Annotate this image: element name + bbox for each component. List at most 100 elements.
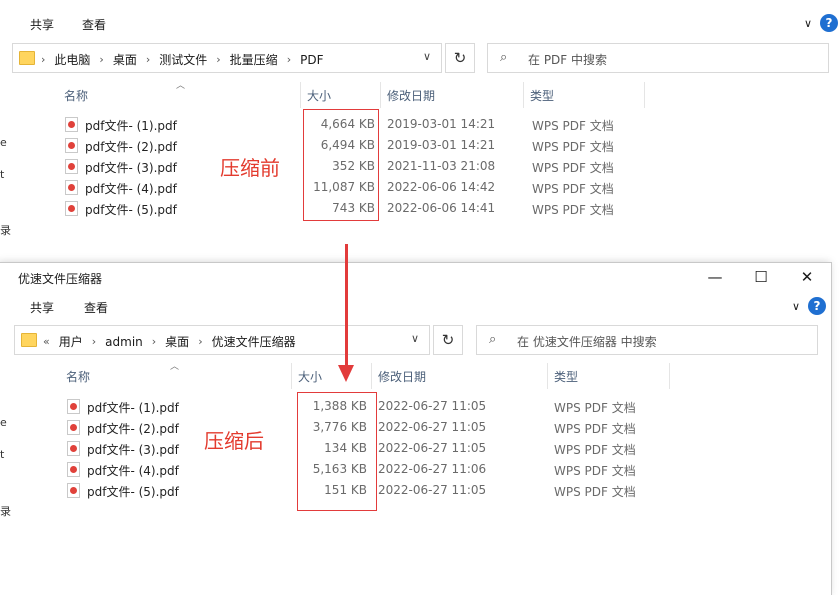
- file-row[interactable]: pdf文件- (5).pdf 151 KB 2022-06-27 11:05 WPS …: [67, 480, 687, 501]
- minimize-icon[interactable]: —: [692, 265, 738, 289]
- breadcrumb-item[interactable]: 桌面: [113, 51, 137, 68]
- annotation-after: 压缩后: [204, 429, 264, 453]
- file-name: pdf文件- (2).pdf: [87, 422, 179, 436]
- breadcrumb-item[interactable]: 用户: [59, 333, 83, 350]
- column-size[interactable]: 大小: [292, 363, 372, 389]
- address-bar[interactable]: › 此电脑 › 桌面 › 测试文件 › 批量压缩 › PDF ∨: [12, 43, 442, 73]
- file-date: 2022-06-27 11:05: [378, 441, 487, 455]
- folder-icon: [19, 51, 35, 65]
- search-icon: ⌕: [489, 332, 497, 347]
- folder-icon: [21, 333, 37, 347]
- file-row[interactable]: pdf文件- (2).pdf 3,776 KB 2022-06-27 11:05 WP…: [67, 417, 687, 438]
- nav-fragment[interactable]: e: [0, 416, 7, 429]
- chevron-down-icon[interactable]: ∨: [800, 15, 816, 31]
- tab-share[interactable]: 共享: [30, 16, 54, 33]
- breadcrumb-separator[interactable]: ›: [287, 53, 291, 66]
- address-bar[interactable]: « 用户 › admin › 桌面 › 优速文件压缩器 ∨: [14, 325, 430, 355]
- pdf-file-icon: [65, 138, 78, 153]
- tab-view[interactable]: 查看: [84, 299, 108, 316]
- file-date: 2022-06-06 14:41: [387, 201, 496, 215]
- pdf-file-icon: [67, 441, 80, 456]
- breadcrumb-item[interactable]: 优速文件压缩器: [212, 333, 296, 350]
- pdf-file-icon: [67, 483, 80, 498]
- file-name: pdf文件- (3).pdf: [87, 443, 179, 457]
- breadcrumb-item[interactable]: PDF: [300, 53, 323, 67]
- arrow-shaft: [345, 244, 348, 369]
- search-placeholder: 在 优速文件压缩器 中搜索: [517, 335, 657, 349]
- file-type: WPS PDF 文档: [554, 443, 636, 457]
- breadcrumb-item[interactable]: admin: [105, 335, 143, 349]
- column-size[interactable]: 大小: [301, 82, 381, 108]
- breadcrumb-separator[interactable]: ›: [216, 53, 220, 66]
- file-row[interactable]: pdf文件- (1).pdf 1,388 KB 2022-06-27 11:05 WP…: [67, 396, 687, 417]
- window-title: 优速文件压缩器: [18, 272, 103, 286]
- file-type: WPS PDF 文档: [532, 119, 614, 133]
- ribbon: 共享 查看 ∨ ?: [0, 293, 831, 319]
- column-type[interactable]: 类型: [524, 82, 645, 108]
- breadcrumb-separator[interactable]: ›: [99, 53, 103, 66]
- breadcrumb-separator[interactable]: «: [43, 335, 50, 348]
- file-date: 2022-06-27 11:05: [378, 483, 487, 497]
- file-name: pdf文件- (4).pdf: [85, 182, 177, 196]
- arrow-down-icon: [338, 365, 354, 382]
- file-date: 2021-11-03 21:08: [387, 159, 496, 173]
- file-type: WPS PDF 文档: [554, 422, 636, 436]
- highlight-box-after: [297, 392, 377, 511]
- breadcrumb-separator[interactable]: ›: [92, 335, 96, 348]
- nav-fragment[interactable]: t: [0, 448, 4, 461]
- help-icon[interactable]: ?: [820, 14, 838, 32]
- file-name: pdf文件- (5).pdf: [85, 203, 177, 217]
- file-type: WPS PDF 文档: [532, 161, 614, 175]
- title-bar: 优速文件压缩器 — ☐ ✕: [0, 263, 831, 291]
- file-name: pdf文件- (4).pdf: [87, 464, 179, 478]
- file-date: 2022-06-27 11:05: [378, 420, 487, 434]
- column-date[interactable]: 修改日期: [381, 82, 524, 108]
- file-type: WPS PDF 文档: [554, 464, 636, 478]
- breadcrumb-separator[interactable]: ›: [152, 335, 156, 348]
- breadcrumb-item[interactable]: 批量压缩: [230, 51, 278, 68]
- file-row[interactable]: pdf文件- (4).pdf 5,163 KB 2022-06-27 11:06 WP…: [67, 459, 687, 480]
- column-type[interactable]: 类型: [548, 363, 670, 389]
- nav-fragment[interactable]: 录: [0, 222, 11, 238]
- file-name: pdf文件- (1).pdf: [85, 119, 177, 133]
- search-input[interactable]: ⌕ 在 PDF 中搜索: [487, 43, 829, 73]
- column-date[interactable]: 修改日期: [372, 363, 548, 389]
- breadcrumb: « 用户 › admin › 桌面 › 优速文件压缩器: [43, 333, 296, 350]
- file-type: WPS PDF 文档: [554, 485, 636, 499]
- breadcrumb-separator[interactable]: ›: [41, 53, 45, 66]
- nav-fragment[interactable]: t: [0, 168, 4, 181]
- pdf-file-icon: [67, 399, 80, 414]
- file-date: 2022-06-27 11:05: [378, 399, 487, 413]
- search-input[interactable]: ⌕ 在 优速文件压缩器 中搜索: [476, 325, 818, 355]
- highlight-box-before: [303, 109, 379, 221]
- tab-view[interactable]: 查看: [82, 16, 106, 33]
- file-date: 2019-03-01 14:21: [387, 117, 496, 131]
- close-icon[interactable]: ✕: [784, 265, 830, 289]
- breadcrumb-separator[interactable]: ›: [198, 335, 202, 348]
- refresh-icon[interactable]: ↻: [433, 325, 463, 355]
- pdf-file-icon: [67, 462, 80, 477]
- pdf-file-icon: [65, 117, 78, 132]
- breadcrumb-item[interactable]: 此电脑: [54, 51, 90, 68]
- column-name[interactable]: 名称: [60, 363, 292, 389]
- column-name[interactable]: 名称: [58, 82, 301, 108]
- pdf-file-icon: [65, 159, 78, 174]
- nav-fragment[interactable]: e: [0, 136, 7, 149]
- help-icon[interactable]: ?: [808, 297, 826, 315]
- address-dropdown-icon[interactable]: ∨: [411, 332, 419, 345]
- search-icon: ⌕: [500, 50, 508, 65]
- address-dropdown-icon[interactable]: ∨: [423, 50, 431, 63]
- file-date: 2022-06-06 14:42: [387, 180, 496, 194]
- breadcrumb-separator[interactable]: ›: [146, 53, 150, 66]
- tab-share[interactable]: 共享: [30, 299, 54, 316]
- refresh-icon[interactable]: ↻: [445, 43, 475, 73]
- file-name: pdf文件- (3).pdf: [85, 161, 177, 175]
- breadcrumb-item[interactable]: 测试文件: [159, 51, 207, 68]
- maximize-icon[interactable]: ☐: [738, 265, 784, 289]
- pdf-file-icon: [67, 420, 80, 435]
- chevron-down-icon[interactable]: ∨: [788, 298, 804, 314]
- file-row[interactable]: pdf文件- (3).pdf 134 KB 2022-06-27 11:05 WPS …: [67, 438, 687, 459]
- nav-fragment[interactable]: 录: [0, 503, 11, 519]
- explorer-window-pdf: 共享 查看 ∨ ? › 此电脑 › 桌面 › 测试文件 › 批量压缩 › PDF ∨ ↻ ⌕ 在 …: [0, 0, 839, 262]
- breadcrumb-item[interactable]: 桌面: [165, 333, 189, 350]
